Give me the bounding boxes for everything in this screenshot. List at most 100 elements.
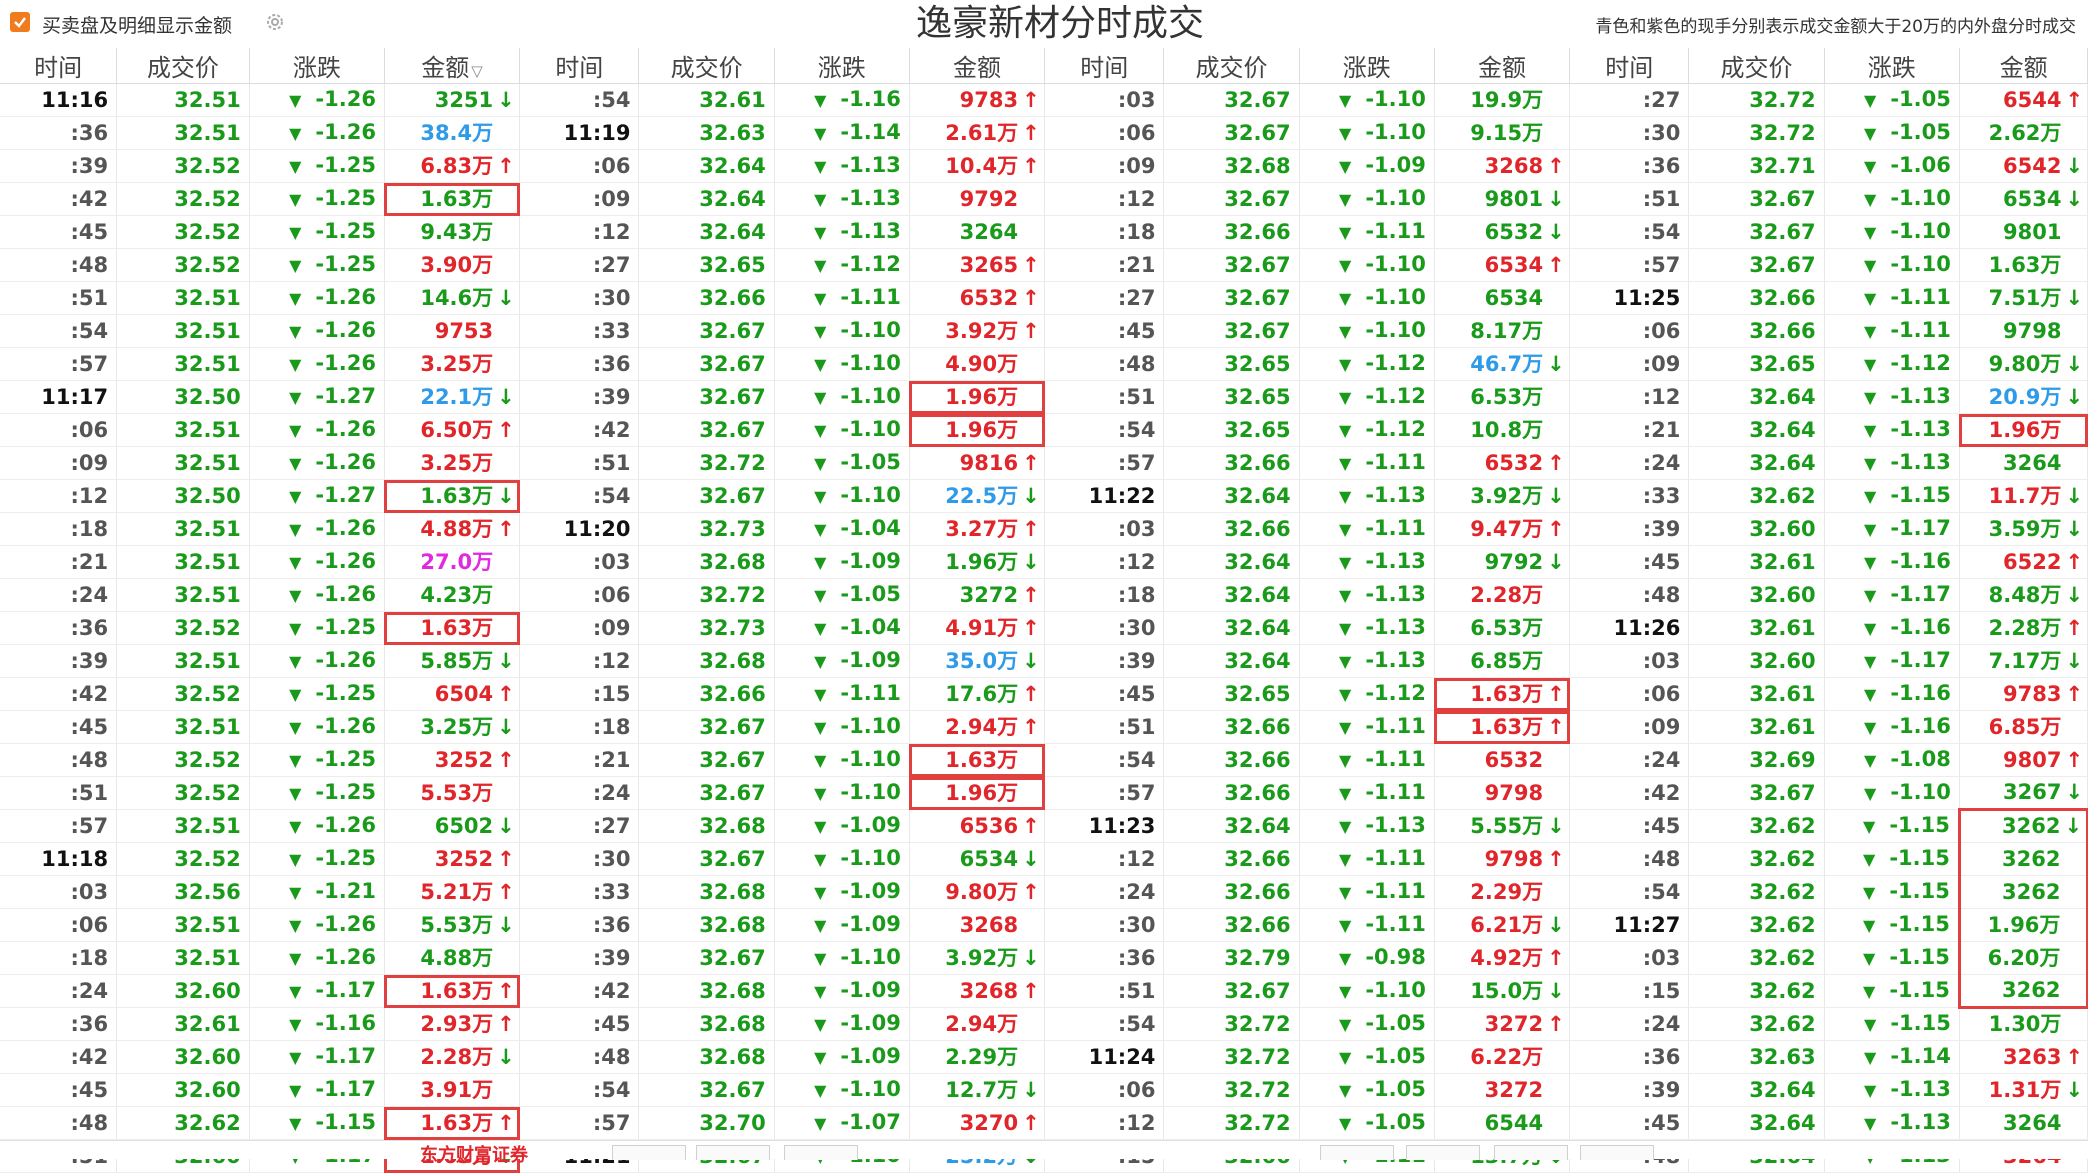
tick-time: :39 xyxy=(1569,512,1690,546)
tick-amount: 10.4万 ↑ xyxy=(909,149,1046,183)
table-row: :57 32.51 ▼ -1.26 6502 ↓:27 32.68 ▼ -1.09 6536 ↑ 11… xyxy=(0,808,2088,843)
tick-time: :30 xyxy=(519,281,640,315)
down-triangle-icon: ▼ xyxy=(1339,949,1352,968)
column-header-amount[interactable]: 金额 xyxy=(1434,48,1571,84)
down-arrow-icon: ↓ xyxy=(1547,912,1565,937)
down-arrow-icon: ↓ xyxy=(497,285,515,310)
down-triangle-icon: ▼ xyxy=(1864,520,1877,539)
tick-price: 32.62 xyxy=(1688,941,1825,975)
tick-change: ▼-1.17 xyxy=(249,1040,385,1074)
tick-change: ▼ -1.15 xyxy=(249,1106,385,1140)
gear-icon[interactable] xyxy=(264,11,286,33)
down-triangle-icon: ▼ xyxy=(289,1114,302,1133)
column-header-time[interactable]: 时间 xyxy=(0,48,118,84)
down-triangle-icon: ▼ xyxy=(1339,190,1352,209)
column-header-change[interactable]: 涨跌 xyxy=(774,48,910,84)
column-header-price[interactable]: 成交价 xyxy=(1688,48,1825,84)
tick-table: 时间 成交价 涨跌 金额 ▽ 时间 成交价 涨跌 金额 时间 成交价 涨跌 金额 时间 成交价 涨跌 金额 11… xyxy=(0,48,2088,1173)
table-row: :45 32.51 ▼ -1.26 3.25万 ↓:18 32.67 ▼ -1.10 2.94万 ↑… xyxy=(0,710,2088,744)
tick-price: 32.67 xyxy=(1163,83,1300,117)
tick-price: 32.66 xyxy=(1163,512,1300,546)
down-triangle-icon: ▼ xyxy=(814,190,827,209)
tick-change: ▼-1.13 xyxy=(1299,644,1435,678)
down-triangle-icon: ▼ xyxy=(289,256,302,275)
tick-price: 32.64 xyxy=(1688,1106,1825,1140)
down-triangle-icon: ▼ xyxy=(814,1048,827,1067)
tick-price: 32.51 xyxy=(116,347,250,381)
tick-time: :36 xyxy=(0,611,118,645)
tick-price: 32.66 xyxy=(1163,215,1300,249)
tick-change: ▼ -1.15 xyxy=(1824,1007,1960,1041)
tick-price: 32.62 xyxy=(1688,875,1825,909)
tick-price: 32.60 xyxy=(116,1040,250,1074)
tick-price: 32.61 xyxy=(116,1007,250,1041)
checkbox-label[interactable]: 买卖盘及明细显示金额 xyxy=(42,11,232,38)
down-arrow-icon: ↓ xyxy=(1022,945,1040,970)
tick-amount: 4.88万 ↑ xyxy=(384,512,521,546)
up-arrow-icon: ↑ xyxy=(497,516,515,541)
tick-price: 32.51 xyxy=(116,413,250,447)
tick-time: :51 xyxy=(1044,710,1165,744)
column-header-time[interactable]: 时间 xyxy=(1044,48,1165,84)
tick-change: ▼ -1.05 xyxy=(1824,83,1960,117)
tick-change: ▼-1.10 xyxy=(774,776,910,810)
tick-time: :33 xyxy=(519,314,640,348)
tick-price: 32.64 xyxy=(638,149,775,183)
column-header-time[interactable]: 时间 xyxy=(1569,48,1690,84)
column-header-time[interactable]: 时间 xyxy=(519,48,640,84)
table-row: :51 32.51 ▼ -1.26 14.6万 ↓:30 32.66 ▼ -1.11 6532 ↑:… xyxy=(0,281,2088,315)
table-row: 11:16 32.51 ▼ -1.26 3251 ↓:54 32.61 ▼ -1.16 9783 ↑… xyxy=(0,83,2088,117)
column-header-change[interactable]: 涨跌 xyxy=(1299,48,1435,84)
column-header-change[interactable]: 涨跌 xyxy=(249,48,385,84)
tick-change: ▼-1.17 xyxy=(249,1073,385,1107)
column-header-amount[interactable]: 金额 ▽ xyxy=(384,48,521,84)
tick-time: :18 xyxy=(1044,578,1165,612)
tick-change: ▼ -1.26 xyxy=(249,578,385,612)
up-arrow-icon: ↑ xyxy=(2065,87,2084,112)
up-arrow-icon: ↑ xyxy=(497,846,515,871)
tick-amount: 5.53万 xyxy=(384,776,521,810)
down-triangle-icon: ▼ xyxy=(1864,421,1877,440)
tick-amount: 22.1万 ↓ xyxy=(384,380,521,414)
tick-amount: 6.53万 xyxy=(1434,611,1571,645)
tick-change: ▼-1.13 xyxy=(774,215,910,249)
column-header-amount[interactable]: 金额 xyxy=(1959,48,2088,84)
tick-change: ▼ -1.04 xyxy=(774,611,910,645)
tick-price: 32.62 xyxy=(1688,479,1825,513)
column-header-price[interactable]: 成交价 xyxy=(638,48,775,84)
tick-change: ▼ -1.14 xyxy=(774,116,910,150)
tick-price: 32.67 xyxy=(638,941,775,975)
tick-change: ▼-1.10 xyxy=(1299,974,1435,1008)
tick-change: ▼-1.11 xyxy=(1299,710,1435,744)
column-header-price[interactable]: 成交价 xyxy=(1163,48,1300,84)
tick-amount: 6.85万 xyxy=(1434,644,1571,678)
down-triangle-icon: ▼ xyxy=(814,322,827,341)
tick-change: ▼ -1.12 xyxy=(1299,413,1435,447)
tick-amount: 9801 xyxy=(1959,215,2088,249)
column-header-amount[interactable]: 金额 xyxy=(909,48,1046,84)
down-triangle-icon: ▼ xyxy=(289,421,302,440)
down-triangle-icon: ▼ xyxy=(1339,388,1352,407)
tick-price: 32.67 xyxy=(1163,974,1300,1008)
down-triangle-icon: ▼ xyxy=(1864,355,1877,374)
down-triangle-icon: ▼ xyxy=(1339,751,1352,770)
column-header-price[interactable]: 成交价 xyxy=(116,48,250,84)
tick-change: ▼ -1.15 xyxy=(1824,974,1960,1008)
column-header-change[interactable]: 涨跌 xyxy=(1824,48,1960,84)
show-amount-checkbox[interactable] xyxy=(10,12,30,32)
tick-time: :24 xyxy=(1569,743,1690,777)
down-triangle-icon: ▼ xyxy=(814,1081,827,1100)
tick-price: 32.51 xyxy=(116,644,250,678)
tick-amount-highlighted: 1.63万 xyxy=(384,182,521,216)
down-triangle-icon: ▼ xyxy=(814,256,827,275)
down-triangle-icon: ▼ xyxy=(1339,520,1352,539)
tick-time: :03 xyxy=(0,875,118,909)
tick-change: ▼ -1.09 xyxy=(774,974,910,1008)
tick-change: ▼-1.11 xyxy=(1299,842,1435,876)
tick-amount: 9.43万 xyxy=(384,215,521,249)
tick-amount-highlighted: 1.63万 xyxy=(384,611,521,645)
tick-time: :12 xyxy=(519,644,640,678)
filter-icon[interactable]: ▽ xyxy=(471,62,483,80)
table-row: :21 32.51 ▼ -1.26 27.0万:03 32.68 ▼ -1.09 1.96万 ↓:… xyxy=(0,545,2088,579)
down-arrow-icon: ↓ xyxy=(497,912,515,937)
